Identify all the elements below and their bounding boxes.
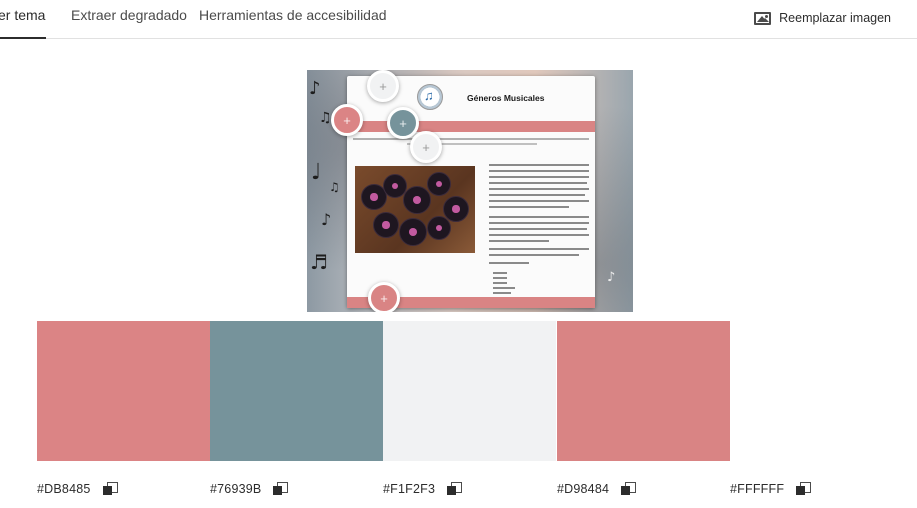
swatch-hex-row: #76939B: [210, 482, 289, 496]
thumbnail-text: [489, 176, 589, 178]
thumbnail-list-item: [493, 277, 507, 279]
music-note-decoration: ♪: [607, 270, 616, 285]
replace-image-button[interactable]: Reemplazar imagen: [754, 11, 891, 25]
color-swatch[interactable]: [383, 321, 556, 461]
copy-icon[interactable]: [273, 482, 289, 496]
thumbnail-text: [489, 262, 529, 264]
color-swatch[interactable]: [730, 321, 903, 461]
thumbnail-text: [489, 170, 589, 172]
music-note-decoration: ♫: [329, 180, 340, 194]
thumbnail-text: [489, 200, 589, 202]
thumbnail-list-item: [493, 272, 507, 274]
thumbnail-text: [489, 216, 589, 218]
source-image: ♪ ♫ ♩ ♪ ♬ ♫ ♪ Géneros Musicales: [307, 70, 633, 312]
copy-icon[interactable]: [796, 482, 812, 496]
thumbnail-text: [489, 234, 589, 236]
image-icon: [754, 11, 772, 25]
webpage-thumbnail: Géneros Musicales: [347, 76, 595, 308]
thumbnail-nav-band: [347, 121, 595, 132]
thumbnail-text: [489, 254, 579, 256]
thumbnail-text: [489, 228, 587, 230]
thumbnail-text: [489, 206, 569, 208]
color-picker-handle[interactable]: +: [331, 104, 363, 136]
copy-icon[interactable]: [621, 482, 637, 496]
replace-image-label: Reemplazar imagen: [779, 11, 891, 25]
swatch-hex-row: #D98484: [557, 482, 637, 496]
vinyl-disc: [373, 212, 399, 238]
color-swatch[interactable]: [37, 321, 210, 461]
hex-value[interactable]: #D98484: [557, 482, 609, 496]
swatch-hex-row: #FFFFFF: [730, 482, 812, 496]
color-swatch[interactable]: [557, 321, 730, 461]
hex-value[interactable]: #76939B: [210, 482, 261, 496]
thumbnail-text: [489, 188, 589, 190]
swatch-hex-row: #DB8485: [37, 482, 118, 496]
tab-bar: er tema Extraer degradado Herramientas d…: [0, 0, 917, 39]
color-picker-handle[interactable]: +: [387, 107, 419, 139]
thumbnail-list-item: [493, 292, 511, 294]
swatch-hex-row: #F1F2F3: [383, 482, 463, 496]
tab-extract-theme[interactable]: er tema: [0, 7, 45, 23]
vinyl-disc: [427, 216, 451, 240]
music-note-decoration: ♫: [319, 110, 332, 126]
color-picker-handle[interactable]: +: [367, 70, 399, 102]
vinyl-disc: [427, 172, 451, 196]
thumbnail-text: [489, 240, 549, 242]
hex-value[interactable]: #F1F2F3: [383, 482, 435, 496]
music-note-decoration: ♬: [310, 250, 328, 274]
thumbnail-title: Géneros Musicales: [467, 93, 545, 103]
hex-value[interactable]: #FFFFFF: [730, 482, 784, 496]
thumbnail-text: [489, 182, 587, 184]
thumbnail-list-item: [493, 287, 515, 289]
color-picker-handle[interactable]: +: [368, 282, 400, 312]
vinyl-records-photo: [355, 166, 475, 253]
music-logo: [417, 84, 443, 110]
color-swatch[interactable]: [210, 321, 383, 461]
thumbnail-text: [489, 164, 589, 166]
copy-icon[interactable]: [447, 482, 463, 496]
thumbnail-text: [353, 138, 589, 140]
active-tab-indicator: [0, 37, 46, 39]
thumbnail-text: [489, 222, 589, 224]
tab-accessibility-tools[interactable]: Herramientas de accesibilidad: [199, 7, 387, 23]
thumbnail-list-item: [493, 282, 507, 284]
vinyl-disc: [399, 218, 427, 246]
thumbnail-text: [489, 194, 585, 196]
color-picker-handle[interactable]: +: [410, 131, 442, 163]
vinyl-disc: [403, 186, 431, 214]
music-note-decoration: ♩: [311, 160, 322, 185]
music-note-decoration: ♪: [309, 78, 321, 99]
thumbnail-text: [489, 248, 589, 250]
tab-extract-gradient[interactable]: Extraer degradado: [71, 7, 187, 23]
copy-icon[interactable]: [102, 482, 118, 496]
music-note-decoration: ♪: [321, 210, 332, 229]
hex-value[interactable]: #DB8485: [37, 482, 91, 496]
